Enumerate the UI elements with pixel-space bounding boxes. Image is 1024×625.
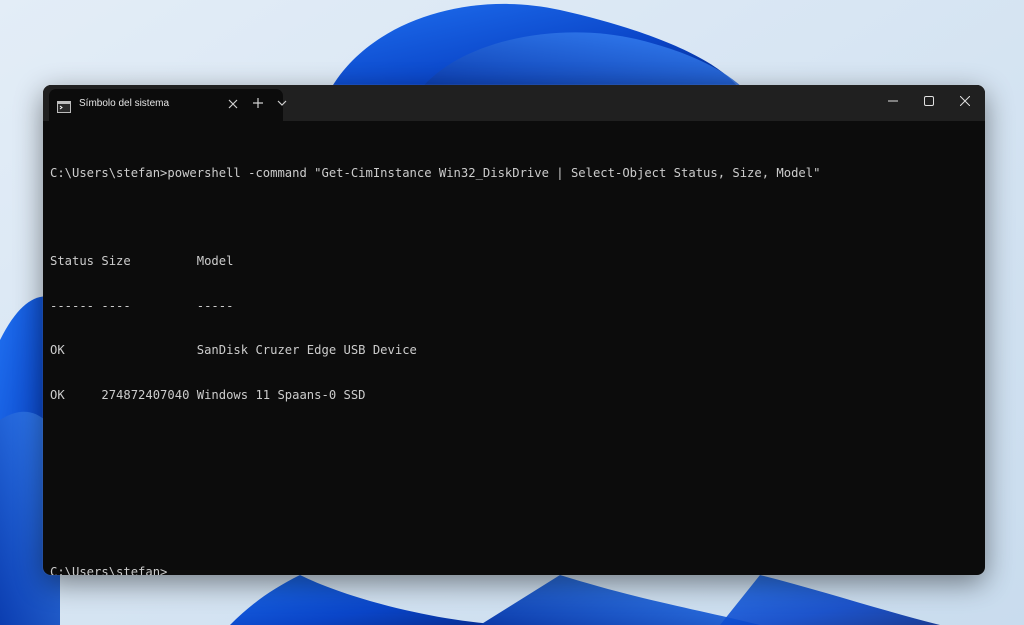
- terminal-window[interactable]: Símbolo del sistema C:\Users\stefan>powe…: [43, 85, 985, 575]
- tab-command-prompt[interactable]: Símbolo del sistema: [49, 89, 283, 121]
- console-line: OK 274872407040 Windows 11 Spaans-0 SSD: [50, 387, 366, 402]
- plus-icon[interactable]: [249, 94, 267, 112]
- console-line: ------ ---- -----: [50, 298, 234, 313]
- minimize-button[interactable]: [875, 85, 911, 117]
- tab-title: Símbolo del sistema: [79, 98, 170, 109]
- console-line: OK SanDisk Cruzer Edge USB Device: [50, 343, 417, 358]
- console-line: Status Size Model: [50, 254, 234, 269]
- title-bar[interactable]: Símbolo del sistema: [43, 85, 985, 121]
- close-icon[interactable]: [224, 95, 242, 113]
- minimize-icon: [888, 100, 898, 102]
- console-line: C:\Users\stefan>powershell -command "Get…: [50, 165, 821, 180]
- maximize-button[interactable]: [911, 85, 947, 117]
- console-output[interactable]: C:\Users\stefan>powershell -command "Get…: [50, 136, 985, 575]
- close-window-button[interactable]: [947, 85, 983, 117]
- console-prompt: C:\Users\stefan>: [50, 565, 168, 575]
- terminal-icon: [57, 98, 71, 113]
- chevron-down-icon[interactable]: [274, 94, 290, 112]
- maximize-icon: [924, 96, 934, 106]
- close-icon: [960, 96, 970, 106]
